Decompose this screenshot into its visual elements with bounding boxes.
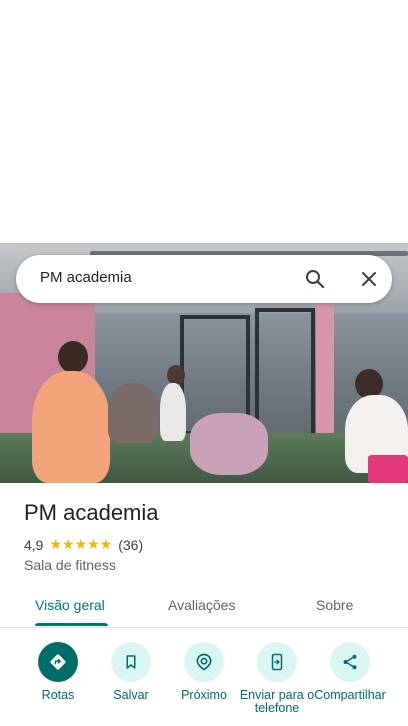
directions-label: Rotas	[41, 688, 75, 702]
close-icon[interactable]	[357, 267, 381, 291]
rating-stars: ★★★★★	[49, 536, 113, 552]
search-bar[interactable]: PM academia	[16, 255, 392, 303]
save-label: Salvar	[113, 688, 149, 702]
tab-reviews[interactable]: Avaliações	[168, 597, 235, 613]
person-head	[58, 341, 88, 373]
bookmark-icon	[111, 642, 151, 682]
tab-overview[interactable]: Visão geral	[35, 597, 105, 613]
share-icon	[330, 642, 370, 682]
person-head	[167, 365, 185, 385]
send-to-phone-button[interactable]: Enviar para o telefone	[239, 642, 315, 715]
place-category[interactable]: Sala de fitness	[24, 557, 116, 573]
person	[108, 383, 158, 443]
tab-indicator	[35, 623, 108, 626]
tab-about[interactable]: Sobre	[316, 597, 353, 613]
rating-value: 4,9	[24, 536, 44, 553]
tab-bar: Visão geral Avaliações Sobre	[0, 585, 408, 628]
nearby-button[interactable]: Próximo	[166, 642, 242, 702]
share-button[interactable]: Compartilhar	[312, 642, 388, 702]
send-to-phone-icon	[257, 642, 297, 682]
review-count[interactable]: (36)	[118, 537, 143, 553]
directions-button[interactable]: Rotas	[20, 642, 96, 702]
rating-row[interactable]: 4,9 ★★★★★ (36)	[24, 536, 143, 553]
save-button[interactable]: Salvar	[93, 642, 169, 702]
person	[32, 371, 110, 483]
squat-rack	[255, 308, 315, 443]
search-icon[interactable]	[303, 267, 327, 291]
nearby-icon	[184, 642, 224, 682]
nearby-label: Próximo	[181, 688, 227, 702]
person-shorts	[368, 455, 408, 483]
map-blank-area	[0, 0, 408, 243]
search-input[interactable]: PM academia	[40, 269, 132, 286]
send-to-phone-label: Enviar para o telefone	[239, 688, 315, 715]
directions-icon	[38, 642, 78, 682]
share-label: Compartilhar	[314, 688, 386, 702]
place-title: PM academia	[24, 500, 159, 525]
person	[160, 383, 186, 441]
person	[190, 413, 268, 475]
